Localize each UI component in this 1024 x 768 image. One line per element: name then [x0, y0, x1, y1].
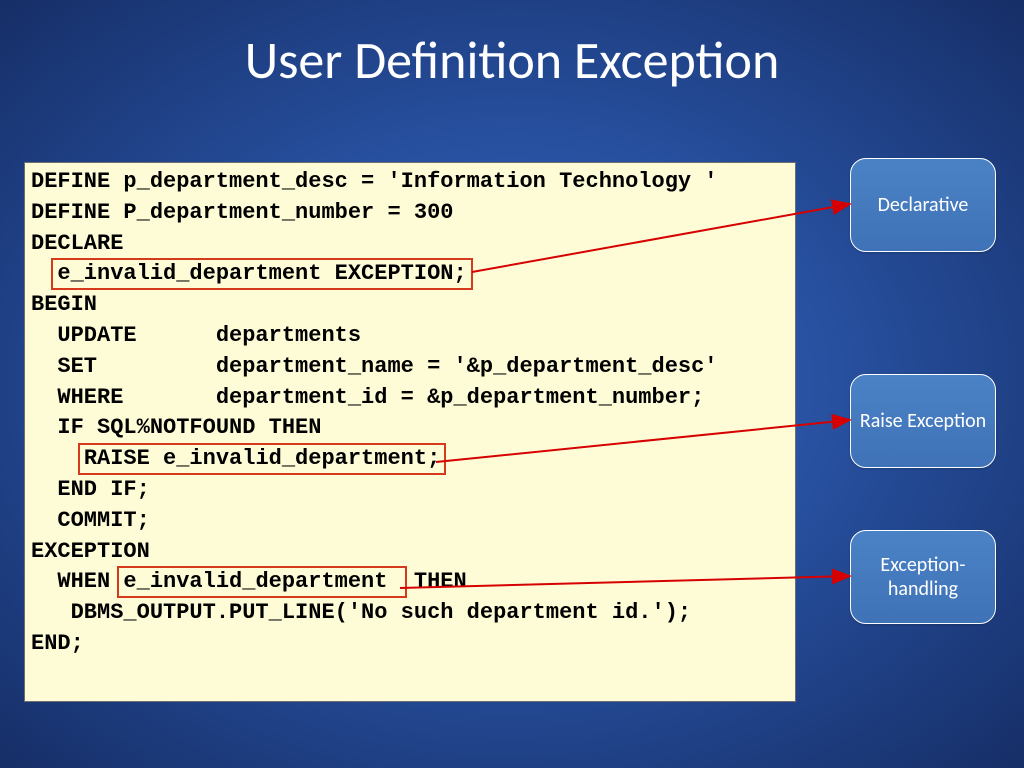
slide-title: User Definition Exception: [0, 28, 1024, 92]
code-line: DBMS_OUTPUT.PUT_LINE('No such department…: [31, 600, 691, 625]
highlight-when-exception: e_invalid_department: [117, 566, 406, 598]
code-line: COMMIT;: [31, 508, 150, 533]
code-line: DEFINE P_department_number = 300: [31, 200, 453, 225]
code-line: END;: [31, 631, 84, 656]
highlight-raise-exception: RAISE e_invalid_department;: [78, 443, 446, 475]
slide: User Definition Exception DEFINE p_depar…: [0, 0, 1024, 768]
code-line: WHERE department_id = &p_department_numb…: [31, 385, 704, 410]
code-line: SET department_name = '&p_department_des…: [31, 354, 718, 379]
code-line: DEFINE p_department_desc = 'Information …: [31, 169, 718, 194]
label-declarative: Declarative: [850, 158, 996, 252]
label-exception-handling: Exception-handling: [850, 530, 996, 624]
code-line: WHEN: [31, 569, 123, 594]
code-line: END IF;: [31, 477, 150, 502]
code-line: THEN: [401, 569, 467, 594]
code-block: DEFINE p_department_desc = 'Information …: [24, 162, 796, 702]
code-line: EXCEPTION: [31, 539, 150, 564]
label-raise-exception: Raise Exception: [850, 374, 996, 468]
code-line: DECLARE: [31, 231, 123, 256]
code-line: IF SQL%NOTFOUND THEN: [31, 415, 321, 440]
code-line: BEGIN: [31, 292, 97, 317]
highlight-declare-exception: e_invalid_department EXCEPTION;: [51, 258, 472, 290]
code-line: UPDATE departments: [31, 323, 361, 348]
